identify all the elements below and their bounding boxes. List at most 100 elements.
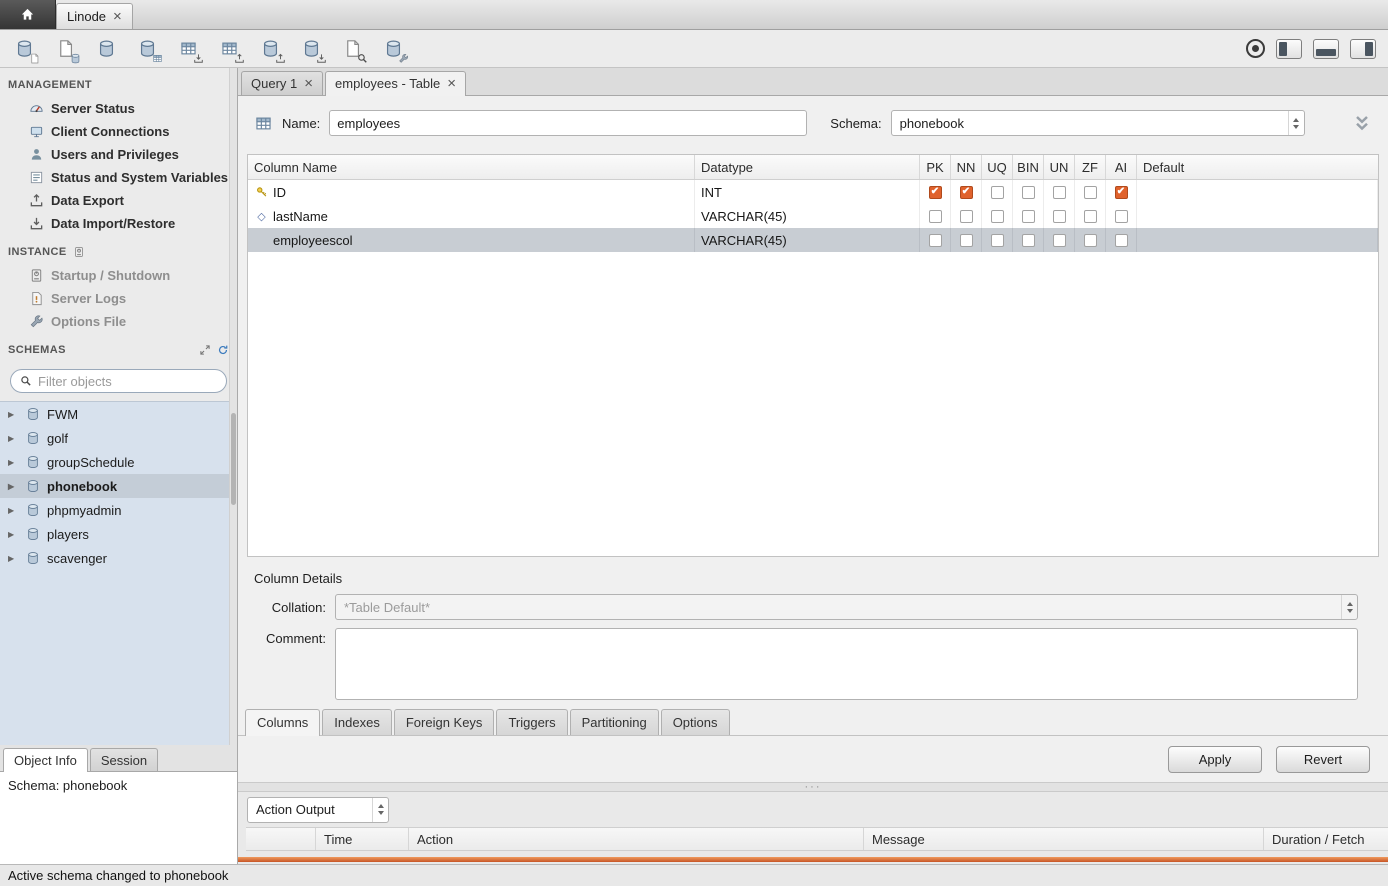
schema-item-fwm[interactable]: ▶FWM <box>0 402 237 426</box>
schema-item-groupschedule[interactable]: ▶groupSchedule <box>0 450 237 474</box>
pk-checkbox[interactable] <box>929 210 942 223</box>
sidebar-item-status-and-system-variables[interactable]: Status and System Variables <box>0 166 237 189</box>
refresh-schemas-icon[interactable] <box>217 344 229 356</box>
schema-item-players[interactable]: ▶players <box>0 522 237 546</box>
expand-arrow-icon[interactable]: ▶ <box>8 482 19 491</box>
sidebar-item-client-connections[interactable]: Client Connections <box>0 120 237 143</box>
schema-select[interactable]: phonebook <box>891 110 1305 136</box>
output-header-time[interactable]: Time <box>316 828 409 850</box>
collation-select[interactable]: *Table Default* <box>335 594 1358 620</box>
un-checkbox[interactable] <box>1053 186 1066 199</box>
column-row-employeescol[interactable]: employeescolVARCHAR(45) <box>248 228 1378 252</box>
zf-checkbox[interactable] <box>1084 210 1097 223</box>
output-header-duration-fetch[interactable]: Duration / Fetch <box>1264 828 1388 850</box>
output-header-action[interactable]: Action <box>409 828 864 850</box>
tab-partitioning[interactable]: Partitioning <box>570 709 659 735</box>
tab-columns[interactable]: Columns <box>245 709 320 736</box>
sidebar-item-startup-shutdown[interactable]: Startup / Shutdown <box>0 264 237 287</box>
grid-header-nn[interactable]: NN <box>951 155 982 179</box>
sidebar-item-options-file[interactable]: Options File <box>0 310 237 333</box>
stepper-icon[interactable] <box>1288 111 1304 135</box>
expand-arrow-icon[interactable]: ▶ <box>8 458 19 467</box>
schema-filter-input[interactable] <box>38 374 217 389</box>
schema-item-phonebook[interactable]: ▶phonebook <box>0 474 237 498</box>
grid-header-pk[interactable]: PK <box>920 155 951 179</box>
sidebar-item-users-and-privileges[interactable]: Users and Privileges <box>0 143 237 166</box>
grid-header-column-name[interactable]: Column Name <box>248 155 695 179</box>
bin-checkbox[interactable] <box>1022 186 1035 199</box>
grid-header-bin[interactable]: BIN <box>1013 155 1044 179</box>
tab-foreign-keys[interactable]: Foreign Keys <box>394 709 495 735</box>
ai-checkbox[interactable] <box>1115 234 1128 247</box>
toggle-output-panel-icon[interactable] <box>1313 39 1339 59</box>
uq-checkbox[interactable] <box>991 234 1004 247</box>
bin-checkbox[interactable] <box>1022 234 1035 247</box>
table-name-input[interactable] <box>329 110 807 136</box>
expand-schemas-icon[interactable] <box>199 344 211 356</box>
export-data-icon[interactable] <box>217 37 241 61</box>
create-table-icon[interactable] <box>135 37 159 61</box>
home-tab[interactable] <box>0 0 56 29</box>
grid-header-un[interactable]: UN <box>1044 155 1075 179</box>
search-database-icon[interactable] <box>340 37 364 61</box>
pk-checkbox[interactable] <box>929 186 942 199</box>
database-backup-icon[interactable] <box>258 37 282 61</box>
close-icon[interactable]: × <box>113 9 122 24</box>
database-restore-icon[interactable] <box>299 37 323 61</box>
revert-button[interactable]: Revert <box>1276 746 1370 773</box>
sidebar-scrollbar[interactable] <box>229 68 237 745</box>
editor-tab-query-1[interactable]: Query 1× <box>241 71 323 95</box>
output-header-message[interactable]: Message <box>864 828 1264 850</box>
comment-textarea[interactable] <box>335 628 1358 700</box>
tab-triggers[interactable]: Triggers <box>496 709 567 735</box>
tab-options[interactable]: Options <box>661 709 730 735</box>
zf-checkbox[interactable] <box>1084 186 1097 199</box>
new-sql-tab-icon[interactable] <box>12 37 36 61</box>
nn-checkbox[interactable] <box>960 210 973 223</box>
connection-tab[interactable]: Linode × <box>56 3 133 29</box>
database-connection-icon[interactable] <box>381 37 405 61</box>
grid-header-ai[interactable]: AI <box>1106 155 1137 179</box>
ai-checkbox[interactable] <box>1115 186 1128 199</box>
close-icon[interactable]: × <box>304 76 313 91</box>
ai-checkbox[interactable] <box>1115 210 1128 223</box>
nn-checkbox[interactable] <box>960 234 973 247</box>
column-row-lastname[interactable]: ◇lastNameVARCHAR(45) <box>248 204 1378 228</box>
un-checkbox[interactable] <box>1053 234 1066 247</box>
bin-checkbox[interactable] <box>1022 210 1035 223</box>
apply-button[interactable]: Apply <box>1168 746 1262 773</box>
schema-item-phpmyadmin[interactable]: ▶phpmyadmin <box>0 498 237 522</box>
uq-checkbox[interactable] <box>991 186 1004 199</box>
nn-checkbox[interactable] <box>960 186 973 199</box>
expand-arrow-icon[interactable]: ▶ <box>8 554 19 563</box>
grid-header-zf[interactable]: ZF <box>1075 155 1106 179</box>
grid-header-datatype[interactable]: Datatype <box>695 155 920 179</box>
uq-checkbox[interactable] <box>991 210 1004 223</box>
schema-item-scavenger[interactable]: ▶scavenger <box>0 546 237 570</box>
expand-arrow-icon[interactable]: ▶ <box>8 530 19 539</box>
pk-checkbox[interactable] <box>929 234 942 247</box>
create-schema-icon[interactable] <box>94 37 118 61</box>
workbench-status-icon[interactable] <box>1246 39 1265 58</box>
schema-item-golf[interactable]: ▶golf <box>0 426 237 450</box>
editor-tab-employees-table[interactable]: employees - Table× <box>325 71 466 96</box>
stepper-icon[interactable] <box>372 798 388 822</box>
un-checkbox[interactable] <box>1053 210 1066 223</box>
stepper-icon[interactable] <box>1341 595 1357 619</box>
toggle-left-panel-icon[interactable] <box>1276 39 1302 59</box>
expand-arrow-icon[interactable]: ▶ <box>8 410 19 419</box>
expand-arrow-icon[interactable]: ▶ <box>8 506 19 515</box>
import-data-icon[interactable] <box>176 37 200 61</box>
close-icon[interactable]: × <box>447 76 456 91</box>
grid-header-uq[interactable]: UQ <box>982 155 1013 179</box>
info-tab-object-info[interactable]: Object Info <box>3 748 88 772</box>
open-sql-script-icon[interactable] <box>53 37 77 61</box>
scrollbar-thumb[interactable] <box>231 413 236 505</box>
tab-indexes[interactable]: Indexes <box>322 709 392 735</box>
sidebar-item-data-import-restore[interactable]: Data Import/Restore <box>0 212 237 235</box>
sidebar-item-server-status[interactable]: Server Status <box>0 97 237 120</box>
column-row-id[interactable]: IDINT <box>248 180 1378 204</box>
output-selector[interactable]: Action Output <box>247 797 389 823</box>
expand-arrow-icon[interactable]: ▶ <box>8 434 19 443</box>
collapse-header-icon[interactable] <box>1352 113 1372 133</box>
